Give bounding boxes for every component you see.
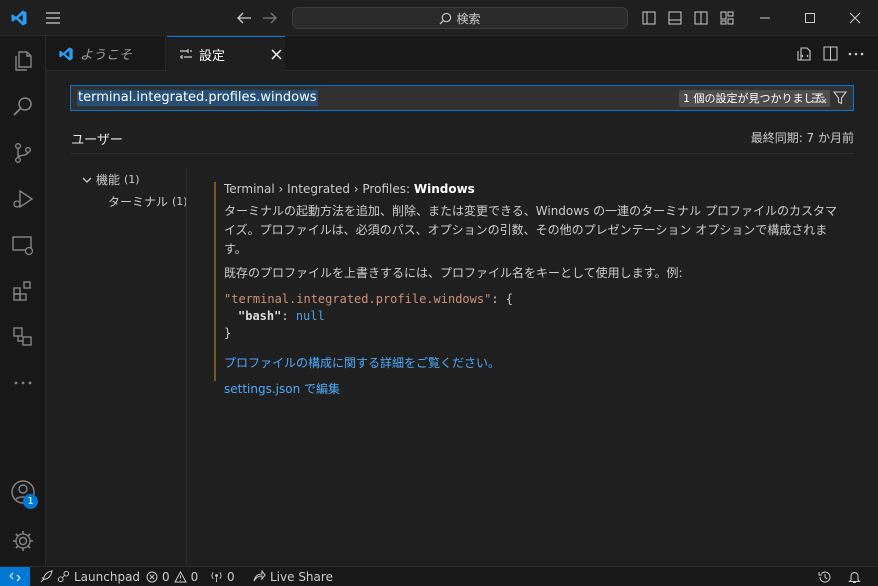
- split-editor-icon[interactable]: [818, 36, 842, 71]
- remote-indicator-icon[interactable]: [0, 567, 30, 586]
- rocket-icon: [40, 570, 53, 583]
- code-line: "terminal.integrated.profile.windows": {: [224, 291, 854, 308]
- explorer-icon[interactable]: [0, 38, 46, 84]
- launchpad-status-item[interactable]: Launchpad: [40, 567, 140, 586]
- tab-label: 設定: [199, 48, 226, 64]
- error-count: 0: [162, 569, 170, 584]
- problems-status-item[interactable]: 0 0: [146, 567, 198, 586]
- activity-bar: 1: [0, 36, 46, 566]
- remote-containers-icon[interactable]: [0, 314, 46, 360]
- toc-item-features[interactable]: 機能 (1): [82, 171, 140, 188]
- command-center-label: 検索: [456, 11, 481, 26]
- status-bar: Launchpad 0 0 0 Live Share: [0, 566, 878, 586]
- remote-explorer-icon[interactable]: [0, 222, 46, 268]
- minimize-window-icon[interactable]: [742, 0, 788, 36]
- toc-divider: [186, 169, 187, 566]
- ports-count: 0: [227, 569, 235, 584]
- customize-layout-icon[interactable]: [716, 0, 738, 36]
- result-count-badge: 1 個の設定が見つかりました: [679, 90, 830, 107]
- toc-item-terminal[interactable]: ターミナル (1): [108, 193, 188, 210]
- settings-editor: terminal.integrated.profiles.windows 1 個…: [46, 71, 878, 566]
- toc-count: (1): [124, 173, 140, 186]
- settings-tab-icon: [179, 47, 193, 61]
- divider: [70, 153, 854, 154]
- filter-icon[interactable]: [833, 91, 847, 105]
- code-null: null: [295, 309, 325, 323]
- back-arrow-icon[interactable]: [232, 0, 256, 36]
- warning-count: 0: [190, 569, 199, 584]
- setting-description: ターミナルの起動方法を追加、削除、または変更できる、Windows の一連のター…: [224, 204, 837, 256]
- notifications-bell-icon[interactable]: [848, 567, 861, 586]
- search-icon: [439, 12, 452, 25]
- manage-gear-icon[interactable]: [0, 518, 46, 564]
- accounts-icon[interactable]: [0, 469, 46, 515]
- menu-icon[interactable]: [38, 0, 68, 36]
- chevron-down-icon: [82, 175, 92, 185]
- settings-search-input[interactable]: terminal.integrated.profiles.windows 1 個…: [70, 85, 854, 111]
- edit-in-settings-json-link[interactable]: settings.json で編集: [224, 381, 854, 397]
- ports-status-item[interactable]: 0: [210, 567, 235, 586]
- code-punct: }: [224, 326, 232, 340]
- setting-description-example: 既存のプロファイルを上書きするには、プロファイル名をキーとして使用します。例:: [224, 266, 683, 280]
- history-icon[interactable]: [818, 567, 832, 586]
- tab-welcome[interactable]: ようこそ: [46, 36, 166, 71]
- code-punct: : {: [491, 292, 513, 306]
- command-center-search[interactable]: 検索: [292, 7, 628, 29]
- tab-label: ようこそ: [80, 48, 133, 63]
- live-share-icon: [252, 570, 266, 583]
- code-string: "terminal.integrated.profile.windows": [224, 292, 492, 306]
- last-sync-status: 最終同期: 7 か月前: [750, 131, 854, 145]
- clear-filter-icon[interactable]: [811, 91, 827, 105]
- open-settings-json-icon[interactable]: [792, 36, 816, 71]
- tab-settings[interactable]: 設定: [167, 36, 285, 71]
- accounts-badge: 1: [23, 494, 38, 509]
- vscode-logo-icon: [4, 0, 34, 36]
- code-line: "bash": null: [224, 308, 854, 325]
- setting-name: Windows: [413, 182, 475, 196]
- more-views-icon[interactable]: [0, 360, 46, 406]
- code-example: "terminal.integrated.profile.windows": {…: [224, 291, 854, 342]
- toggle-primary-sidebar-icon[interactable]: [638, 0, 660, 36]
- live-share-label: Live Share: [270, 569, 333, 584]
- source-control-icon[interactable]: [0, 130, 46, 176]
- close-window-icon[interactable]: [832, 0, 878, 36]
- toggle-secondary-sidebar-icon[interactable]: [690, 0, 712, 36]
- tab-user-scope[interactable]: ユーザー: [70, 129, 124, 154]
- error-icon: [146, 571, 158, 583]
- radio-tower-icon: [210, 570, 223, 583]
- settings-search-text[interactable]: terminal.integrated.profiles.windows: [77, 90, 318, 106]
- code-punct: :: [281, 309, 296, 323]
- modified-indicator: [214, 182, 216, 381]
- toc-label: 機能: [96, 173, 121, 187]
- editor-tab-bar: ようこそ 設定: [46, 36, 878, 71]
- setting-breadcrumb: Terminal › Integrated › Profiles:: [224, 182, 414, 196]
- vscode-logo-icon: [58, 46, 74, 62]
- warning-icon: [173, 570, 187, 583]
- run-and-debug-icon[interactable]: [0, 176, 46, 222]
- close-tab-icon[interactable]: [271, 49, 282, 60]
- link-icon: [57, 570, 70, 583]
- launchpad-label: Launchpad: [74, 569, 141, 584]
- forward-arrow-icon[interactable]: [258, 0, 282, 36]
- maximize-window-icon[interactable]: [788, 0, 832, 36]
- learn-more-link[interactable]: プロファイルの構成に関する詳細をご覧ください。: [224, 355, 854, 371]
- toggle-panel-icon[interactable]: [664, 0, 686, 36]
- setting-title: Terminal › Integrated › Profiles: Window…: [224, 181, 854, 197]
- code-key: "bash": [238, 309, 282, 323]
- more-actions-icon[interactable]: [844, 36, 868, 71]
- extensions-icon[interactable]: [0, 268, 46, 314]
- setting-item: Terminal › Integrated › Profiles: Window…: [224, 181, 854, 397]
- search-icon[interactable]: [0, 84, 46, 130]
- live-share-status-item[interactable]: Live Share: [252, 567, 333, 586]
- code-line: }: [224, 325, 854, 342]
- toc-label: ターミナル: [108, 195, 169, 209]
- title-bar: 検索: [0, 0, 878, 36]
